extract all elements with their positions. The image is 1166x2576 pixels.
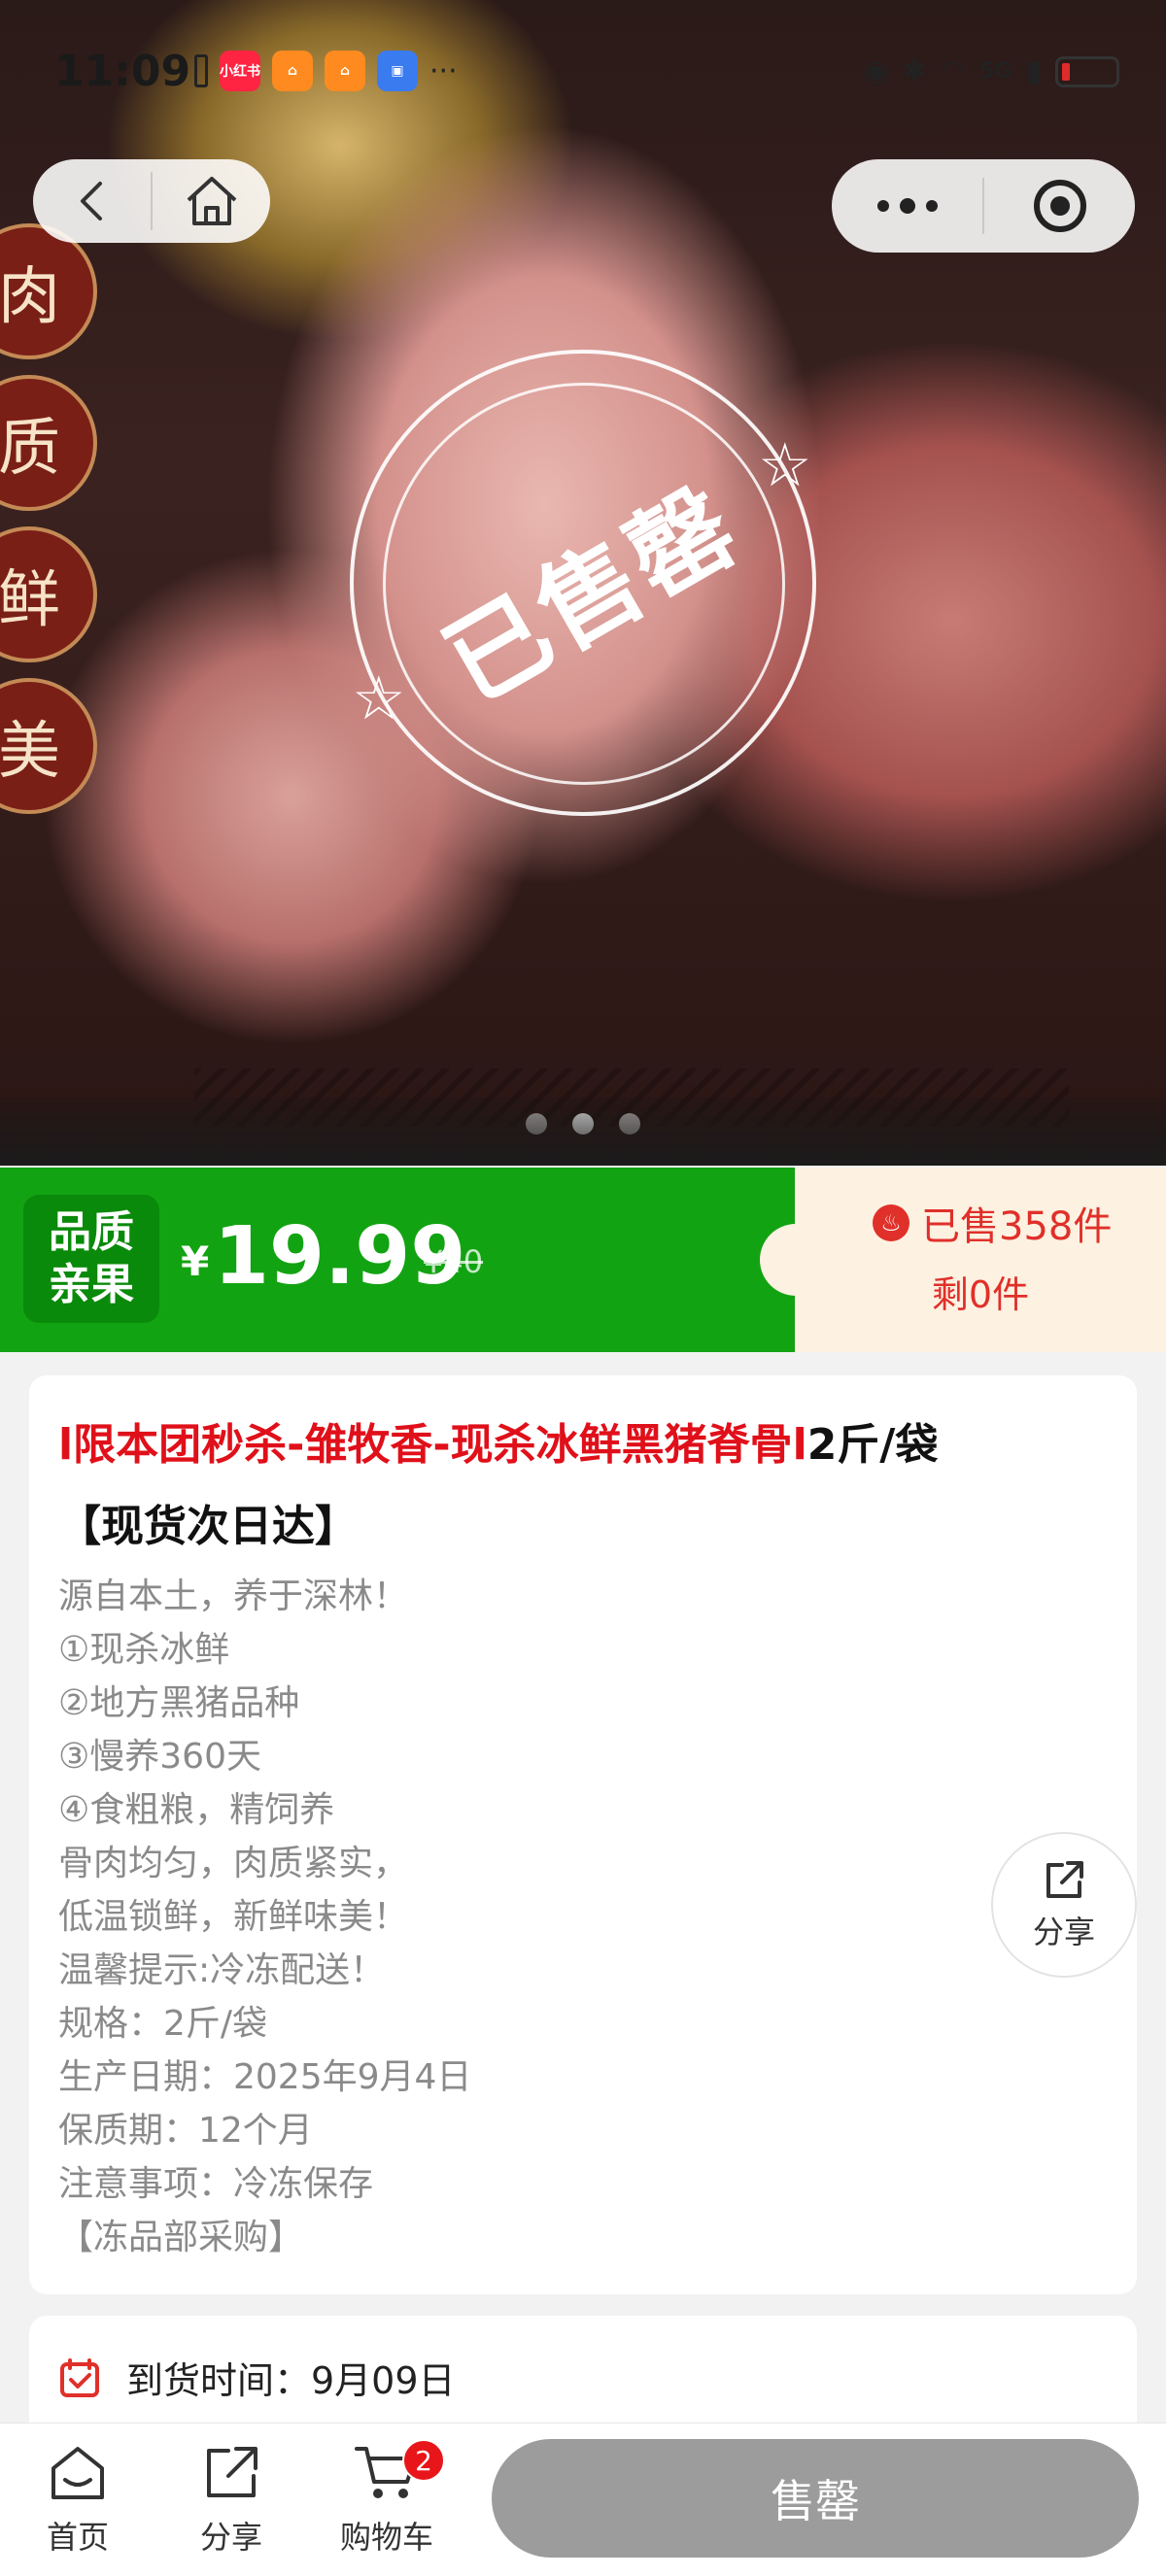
carousel-dot[interactable]: [526, 1113, 547, 1135]
fire-icon: ♨: [873, 1204, 909, 1241]
app-orange-2-icon: ⌂: [325, 51, 365, 91]
side-badge-column: 肉 质 鲜 美: [0, 223, 97, 830]
chevron-left-icon: [80, 182, 102, 220]
notification-icons: 小红书 ⌂ ⌂ ▣ ···: [194, 51, 458, 91]
description-line: 骨肉均匀，肉质紧实，: [58, 1844, 409, 1883]
side-badge: 质: [0, 375, 97, 511]
app-blue-icon: ▣: [377, 51, 418, 91]
side-badge: 美: [0, 678, 97, 814]
eye-icon: ◉: [863, 54, 889, 88]
more-notifications-icon: ···: [429, 53, 458, 88]
signal-icon: ▮: [1025, 54, 1042, 88]
product-info-card: l限本团秒杀-雏牧香-现杀冰鲜黑猪脊骨l2斤/袋 【现货次日达】 源自本土，养于…: [29, 1375, 1137, 2294]
share-icon: [1046, 1861, 1083, 1898]
tab-home-label: 首页: [46, 2519, 109, 2556]
share-label: 分享: [1032, 1914, 1095, 1950]
sold-count: 已售358件: [921, 1204, 1113, 1249]
currency-symbol: ¥: [181, 1237, 210, 1285]
carousel-dot[interactable]: [619, 1113, 640, 1135]
description-line: 保质期：12个月: [58, 2111, 313, 2151]
app-orange-1-icon: ⌂: [272, 51, 313, 91]
more-dots-icon: [876, 198, 938, 214]
sold-out-stamp-text: 已售罄: [425, 464, 758, 726]
share-tab-icon: [207, 2447, 257, 2497]
delivery-time: 到货时间：9月09日: [126, 2359, 456, 2402]
product-description: 源自本土，养于深林！ ①现杀冰鲜 ②地方黑猪品种 ③慢养360天 ④食粗粮，精饲…: [58, 1570, 991, 2264]
tab-cart-label: 购物车: [339, 2519, 433, 2556]
more-button[interactable]: [832, 159, 982, 253]
close-miniprogram-button[interactable]: [984, 159, 1135, 253]
description-line: ③慢养360天: [58, 1737, 261, 1777]
quality-tag: 品质 亲果: [23, 1195, 159, 1323]
status-time: 11:09: [54, 47, 191, 96]
description-line: 低温锁鲜，新鲜味美！: [58, 1897, 409, 1937]
quality-tag-line2: 亲果: [49, 1260, 134, 1309]
side-badge: 鲜: [0, 526, 97, 662]
sold-out-stamp: 已售罄: [350, 350, 816, 816]
star-icon: ☆: [758, 429, 812, 500]
home-tab-icon: [51, 2447, 104, 2499]
sold-out-button[interactable]: 售罄: [492, 2439, 1139, 2558]
original-price: ¥40: [424, 1243, 484, 1280]
product-title-highlight: l限本团秒杀-雏牧香-现杀冰鲜黑猪脊骨l: [58, 1420, 807, 1470]
tab-share[interactable]: 分享: [173, 2441, 290, 2558]
cart-count-badge: 2: [402, 2439, 445, 2482]
miniprogram-capsule: [832, 159, 1135, 253]
sales-panel: ♨ 已售358件 剩0件: [760, 1168, 1166, 1352]
description-line: ①现杀冰鲜: [58, 1630, 230, 1670]
floating-share-button[interactable]: 分享: [991, 1832, 1137, 1978]
carousel-dot-active[interactable]: [572, 1113, 594, 1135]
quality-tag-line1: 品质: [49, 1207, 134, 1257]
description-line: ②地方黑猪品种: [58, 1683, 300, 1723]
description-line: 【冻品部采购】: [58, 2218, 304, 2257]
battery-icon: [1055, 55, 1119, 87]
home-icon: [187, 177, 236, 225]
description-line: 规格：2斤/袋: [58, 2004, 268, 2044]
home-button[interactable]: [153, 159, 270, 243]
product-title-spec: 2斤/袋: [806, 1420, 939, 1470]
calendar-check-icon: [60, 2357, 99, 2397]
signal-5g-label: 5G: [979, 59, 1012, 84]
battery-small-icon: [194, 54, 208, 87]
tab-share-label: 分享: [199, 2519, 262, 2556]
bluetooth-icon: ✱: [902, 54, 927, 88]
product-title-line2: 【现货次日达】: [58, 1502, 358, 1551]
product-title: l限本团秒杀-雏牧香-现杀冰鲜黑猪脊骨l2斤/袋 【现货次日达】: [58, 1405, 1108, 1568]
description-line: 注意事项：冷冻保存: [58, 2164, 374, 2204]
price-bar: 品质 亲果 ¥ 19.99 ¥40 ♨ 已售358件 剩0件: [0, 1168, 1166, 1352]
description-line: 源自本土，养于深林！: [58, 1576, 409, 1616]
remaining-count: 剩0件: [931, 1273, 1030, 1316]
back-button[interactable]: [33, 159, 151, 243]
tab-cart[interactable]: 2 购物车: [328, 2439, 445, 2558]
xiaohongshu-icon: 小红书: [220, 51, 260, 91]
carousel-indicator: [0, 1113, 1166, 1135]
tab-home[interactable]: 首页: [19, 2441, 136, 2558]
description-line: 生产日期：2025年9月4日: [58, 2057, 472, 2097]
star-icon: ☆: [352, 662, 406, 733]
side-badge: 肉: [0, 223, 97, 359]
product-detail-page: 肉 质 鲜 美 已售罄 ☆ ☆ 11:09 小红书 ⌂ ⌂ ▣ ··· ◉ ✱ …: [0, 0, 1166, 2576]
delivery-row: 到货时间：9月09日: [58, 2351, 456, 2404]
status-right-icons: ◉ ✱ ◠ 5G ▮: [864, 54, 1119, 88]
description-line: 温馨提示:冷冻配送！: [58, 1950, 386, 1990]
target-close-icon: [1033, 180, 1086, 232]
wifi-icon: ◠: [940, 54, 967, 88]
sold-count-row: ♨ 已售358件: [873, 1195, 1112, 1251]
status-bar: 11:09 小红书 ⌂ ⌂ ▣ ··· ◉ ✱ ◠ 5G ▮: [0, 0, 1166, 146]
description-line: ④食粗粮，精饲养: [58, 1790, 335, 1830]
nav-capsule: [33, 159, 270, 243]
bottom-action-bar: 首页 分享 2 购物车 售罄: [0, 2423, 1166, 2576]
grill-texture: [194, 1068, 1069, 1127]
